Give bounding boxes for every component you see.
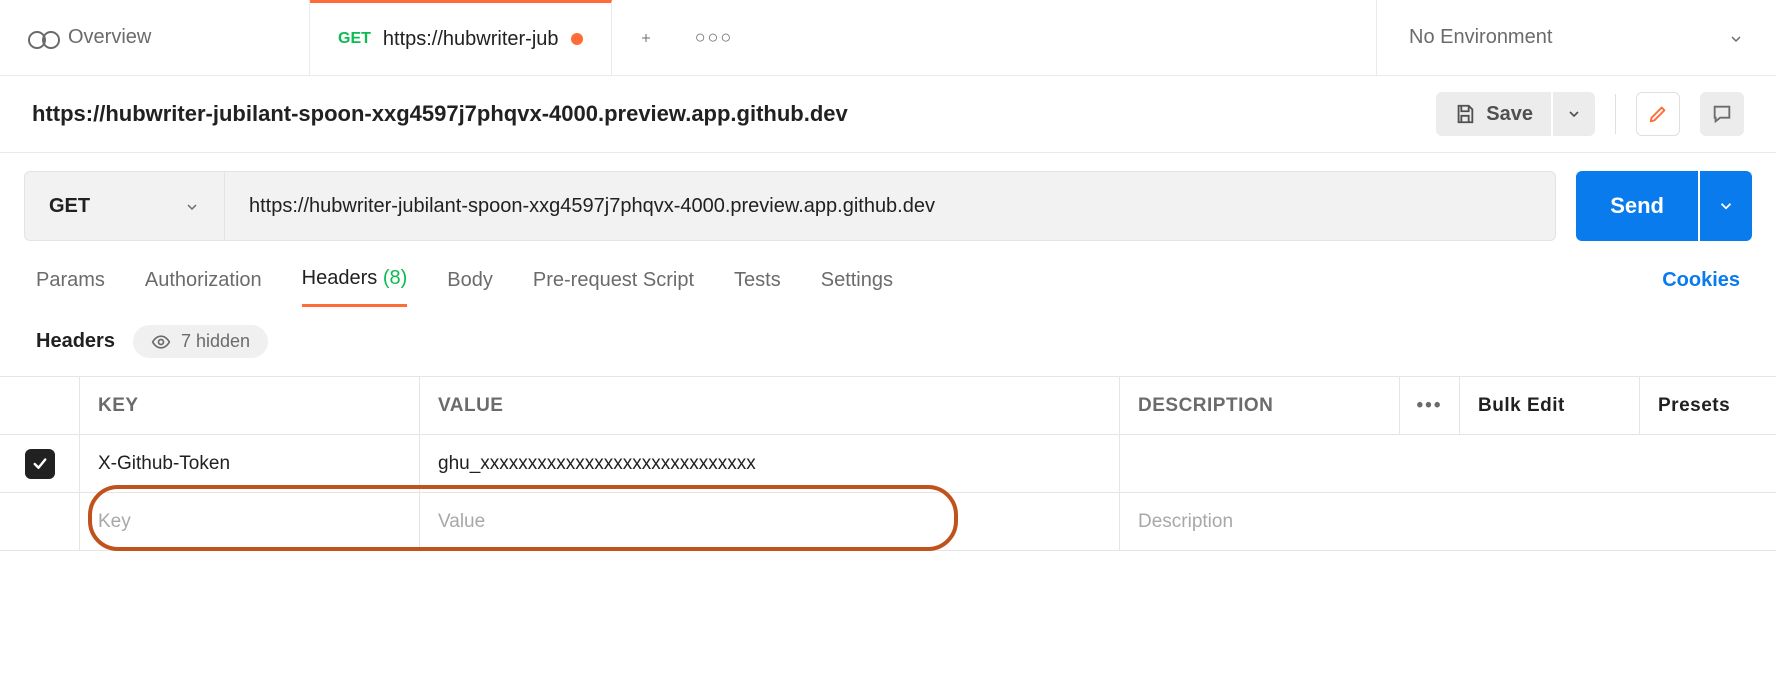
overview-icon: [28, 27, 56, 49]
tab-more-button[interactable]: ○○○: [680, 0, 748, 75]
tab-request[interactable]: GET https://hubwriter-jubila: [310, 0, 612, 75]
chevron-down-icon: [1728, 30, 1744, 46]
header-value-input[interactable]: Value: [420, 493, 1120, 550]
tab-body[interactable]: Body: [447, 269, 493, 306]
tab-authorization[interactable]: Authorization: [145, 269, 262, 306]
save-button[interactable]: Save: [1436, 92, 1551, 136]
header-key-input[interactable]: X-Github-Token: [80, 435, 420, 492]
more-dots-icon: ○○○: [695, 27, 734, 48]
presets-button[interactable]: Presets: [1640, 377, 1776, 434]
tab-method-label: GET: [338, 30, 371, 48]
row-checkbox[interactable]: [0, 493, 80, 550]
environment-label: No Environment: [1409, 26, 1552, 49]
tab-overview-label: Overview: [68, 26, 151, 49]
request-row: GET Send: [0, 153, 1776, 259]
header-desc-input[interactable]: Description: [1120, 493, 1776, 550]
tab-tests[interactable]: Tests: [734, 269, 781, 306]
save-button-label: Save: [1486, 103, 1533, 126]
col-description: DESCRIPTION: [1120, 377, 1400, 434]
headers-table: KEY VALUE DESCRIPTION ••• Bulk Edit Pres…: [0, 376, 1776, 551]
comment-button[interactable]: [1700, 92, 1744, 136]
plus-icon: [640, 27, 652, 49]
cookies-link[interactable]: Cookies: [1662, 269, 1740, 306]
tab-headers-label: Headers: [302, 267, 378, 289]
chevron-down-icon: [1717, 197, 1735, 215]
header-key-input[interactable]: Key: [80, 493, 420, 550]
col-value: VALUE: [420, 377, 1120, 434]
request-name: https://hubwriter-jubilant-spoon-xxg4597…: [32, 101, 848, 127]
tab-request-title: https://hubwriter-jubila: [383, 28, 559, 51]
comment-icon: [1711, 103, 1733, 125]
col-key: KEY: [80, 377, 420, 434]
chevron-down-icon: [1566, 106, 1582, 122]
tab-prerequest[interactable]: Pre-request Script: [533, 269, 694, 306]
method-label: GET: [49, 195, 90, 218]
save-options-button[interactable]: [1553, 92, 1595, 136]
headers-section-label: Headers: [36, 330, 115, 353]
bulk-edit-button[interactable]: Bulk Edit: [1460, 377, 1640, 434]
send-options-button[interactable]: [1700, 171, 1752, 241]
headers-section: Headers 7 hidden: [0, 307, 1776, 376]
tab-headers[interactable]: Headers (8): [302, 267, 408, 307]
new-tab-button[interactable]: [612, 0, 680, 75]
send-button[interactable]: Send: [1576, 171, 1698, 241]
hidden-headers-toggle[interactable]: 7 hidden: [133, 325, 268, 358]
checkbox-checked-icon: [25, 449, 55, 479]
col-checkbox: [0, 377, 80, 434]
request-subtabs: Params Authorization Headers (8) Body Pr…: [0, 259, 1776, 307]
pencil-icon: [1647, 103, 1669, 125]
send-button-label: Send: [1610, 193, 1664, 219]
tab-strip: Overview GET https://hubwriter-jubila ○○…: [0, 0, 1776, 76]
save-icon: [1454, 103, 1476, 125]
tab-params[interactable]: Params: [36, 269, 105, 306]
table-row: X-Github-Token ghu_xxxxxxxxxxxxxxxxxxxxx…: [0, 435, 1776, 493]
method-url-group: GET: [24, 171, 1556, 241]
url-input[interactable]: [225, 172, 1555, 240]
presets-label: Presets: [1658, 395, 1730, 417]
tab-settings[interactable]: Settings: [821, 269, 893, 306]
method-select[interactable]: GET: [25, 172, 225, 240]
separator: [1615, 94, 1616, 134]
headers-count: (8): [383, 267, 407, 289]
row-checkbox[interactable]: [0, 435, 80, 492]
header-value-input[interactable]: ghu_xxxxxxxxxxxxxxxxxxxxxxxxxxxxx: [420, 435, 1120, 492]
col-more-button[interactable]: •••: [1400, 377, 1460, 434]
title-bar: https://hubwriter-jubilant-spoon-xxg4597…: [0, 76, 1776, 153]
tab-overview[interactable]: Overview: [0, 0, 310, 75]
environment-select[interactable]: No Environment: [1376, 0, 1776, 75]
eye-icon: [151, 332, 171, 352]
edit-button[interactable]: [1636, 92, 1680, 136]
header-desc-input[interactable]: [1120, 435, 1776, 492]
table-row-empty: Key Value Description: [0, 493, 1776, 551]
hidden-headers-label: 7 hidden: [181, 331, 250, 352]
chevron-down-icon: [184, 198, 200, 214]
unsaved-dot-icon: [571, 33, 583, 45]
more-dots-icon: •••: [1417, 395, 1443, 417]
table-header-row: KEY VALUE DESCRIPTION ••• Bulk Edit Pres…: [0, 377, 1776, 435]
